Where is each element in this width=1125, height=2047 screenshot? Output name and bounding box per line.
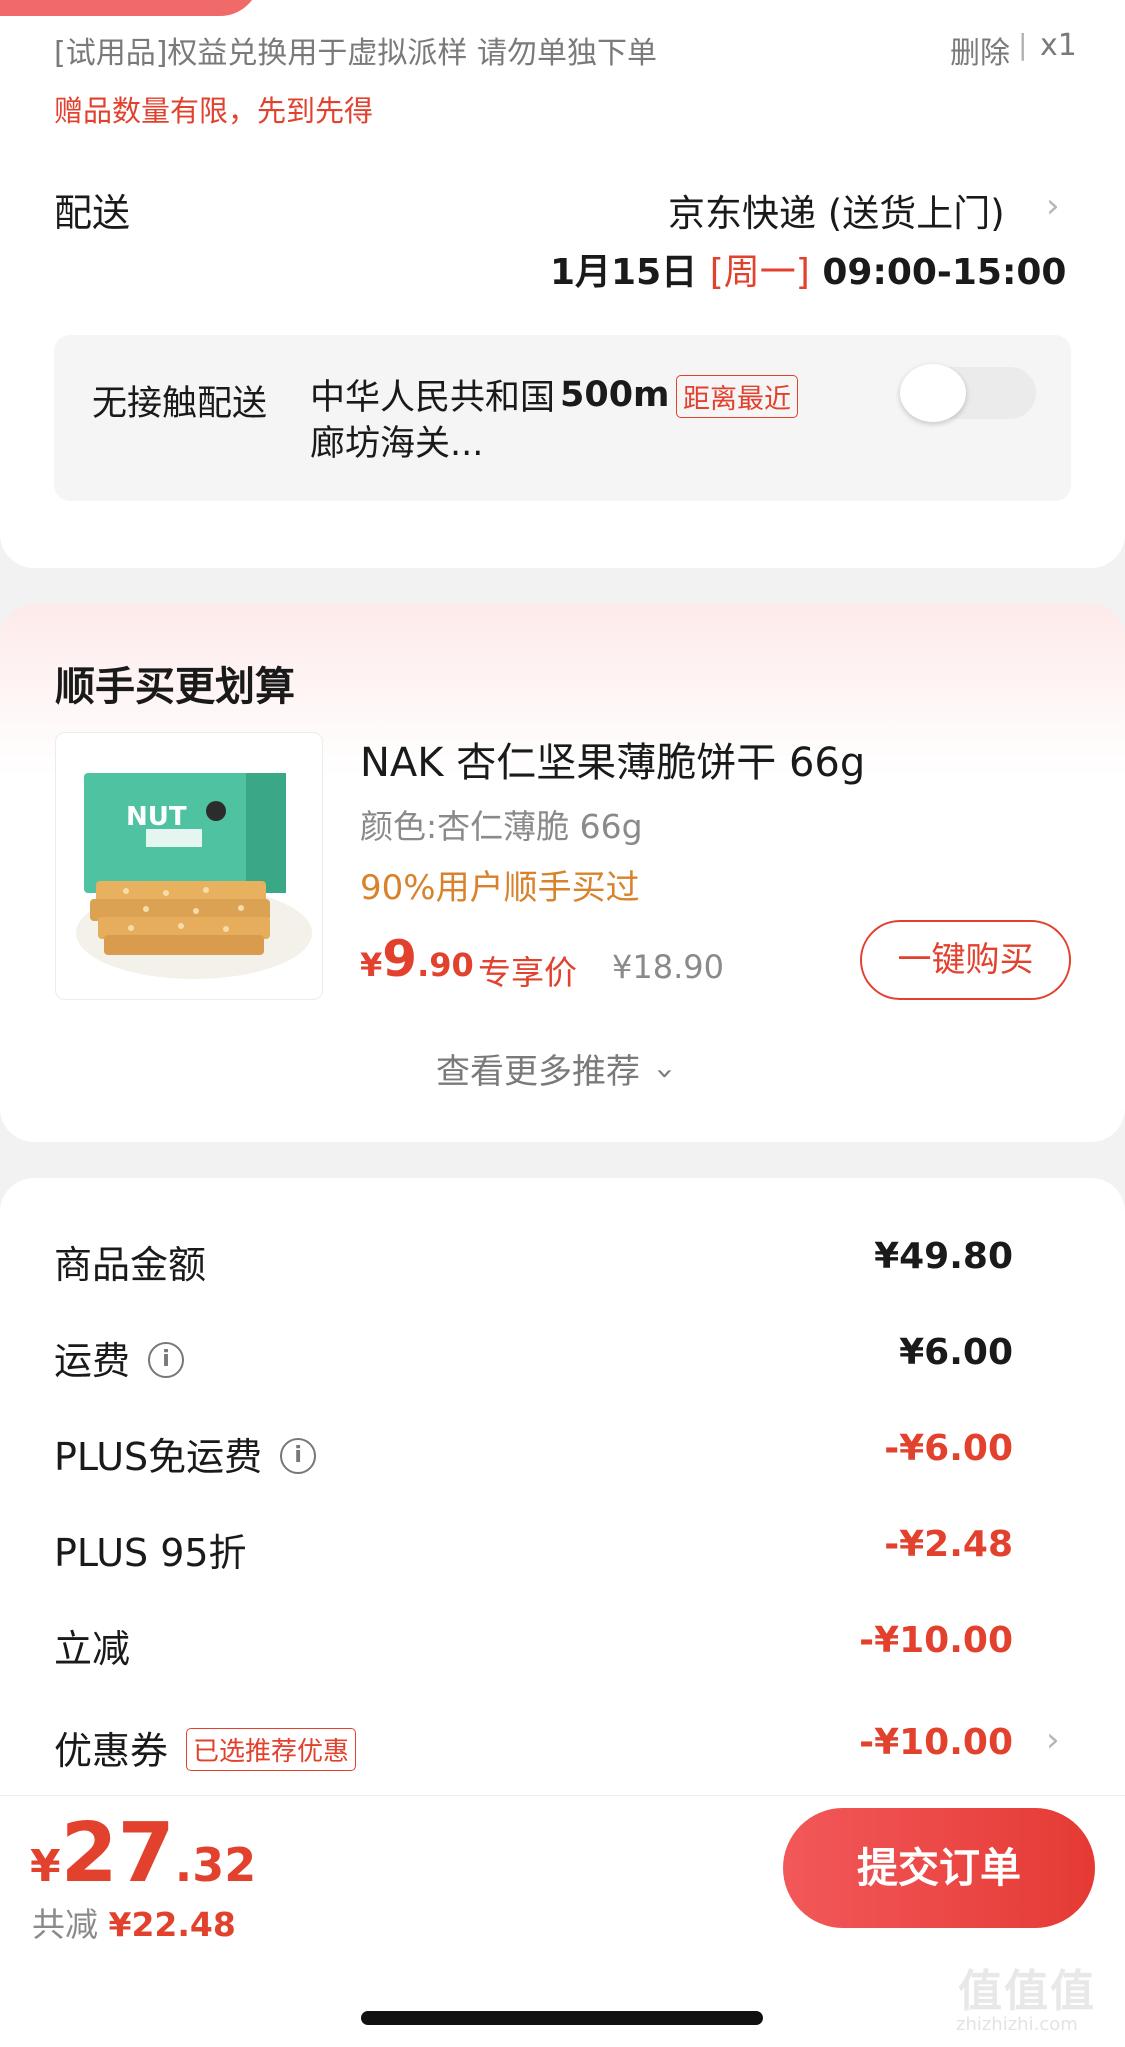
info-icon[interactable]: i: [148, 1341, 185, 1378]
gift-limit-note: 赠品数量有限，先到先得: [54, 94, 374, 128]
pickup-distance: 500m: [560, 375, 670, 415]
coupon-amount[interactable]: -¥10.00: [859, 1722, 1013, 1763]
exclusive-price-tag: 专享价: [478, 953, 577, 992]
product-price: ¥9.90: [360, 930, 474, 988]
saved-amount: ¥22.48: [108, 1905, 236, 1944]
total-price: ¥27.32: [30, 1806, 256, 1901]
watermark-logo: 值值值: [958, 1966, 1096, 2017]
more-recommendations-link[interactable]: 查看更多推荐 ›: [436, 1044, 682, 1093]
contactless-delivery-box: 无接触配送 中华人民共和国廊坊海关... 500m 距离最近: [54, 335, 1071, 501]
total-symbol: ¥: [30, 1841, 61, 1892]
summary-label-goods: 商品金额: [54, 1243, 207, 1287]
coupon-selected-badge: 已选推荐优惠: [186, 1728, 357, 1771]
info-icon[interactable]: i: [280, 1437, 317, 1474]
chevron-right-icon[interactable]: ›: [1046, 186, 1060, 226]
product-variant: 颜色:杏仁薄脆 66g: [360, 807, 643, 846]
original-price: ¥18.90: [612, 948, 724, 986]
delete-button[interactable]: 删除: [950, 28, 1010, 72]
contactless-toggle[interactable]: [900, 364, 1036, 422]
summary-label-shipping: 运费 i: [54, 1330, 185, 1385]
cracker-box-image: NUT: [76, 773, 312, 979]
toggle-knob: [900, 364, 966, 422]
product-image[interactable]: NUT: [55, 732, 323, 1000]
summary-amount-shipping: ¥6.00: [899, 1332, 1013, 1373]
delivery-method[interactable]: 京东快递 (送货上门): [668, 183, 1005, 237]
divider: |: [1018, 28, 1028, 61]
delivery-weekday: [周一]: [709, 252, 810, 293]
home-indicator[interactable]: [361, 2011, 763, 2025]
chevron-down-icon: ›: [647, 1067, 683, 1080]
price-summary-card: 商品金额 ¥49.80 运费 i ¥6.00 PLUS免运费 i -¥6.00 PL…: [0, 1178, 1125, 1798]
price-decimal: .90: [417, 946, 474, 984]
contactless-label: 无接触配送: [92, 384, 268, 424]
more-recommendations-label: 查看更多推荐: [436, 1052, 640, 1092]
pickup-address: 中华人民共和国廊坊海关...: [310, 378, 556, 464]
total-saved: 共减 ¥22.48: [32, 1898, 236, 1946]
summary-label-instant-off: 立减: [54, 1627, 131, 1671]
recommendation-card: 顺手买更划算 NUT NAK 杏仁坚果薄脆饼干 66g 颜色:杏仁薄脆 66g …: [0, 604, 1125, 1142]
price-integer: 9: [382, 930, 418, 988]
price-symbol: ¥: [360, 946, 383, 984]
delivery-label: 配送: [54, 191, 131, 235]
watermark-url: zhizhizhi.com: [956, 2014, 1078, 2035]
summary-label-plus-discount: PLUS 95折: [54, 1531, 247, 1575]
summary-amount-goods: ¥49.80: [874, 1236, 1013, 1277]
quantity-label: x1: [1040, 28, 1077, 63]
summary-amount-plus-discount: -¥2.48: [884, 1524, 1013, 1565]
checkout-bar: ¥27.32 共减 ¥22.48 提交订单: [0, 1795, 1125, 2047]
total-integer: 27: [60, 1806, 175, 1901]
submit-order-button[interactable]: 提交订单: [783, 1808, 1095, 1928]
delivery-time-slot[interactable]: 1月15日 [周一] 09:00-15:00: [550, 243, 1066, 295]
trial-item-title: [试用品]权益兑换用于虚拟派样 请勿单独下单: [54, 36, 657, 71]
one-click-buy-button[interactable]: 一键购买: [860, 920, 1071, 1000]
total-decimal: .32: [174, 1838, 257, 1892]
coupon-row[interactable]: 优惠券 已选推荐优惠: [54, 1720, 357, 1775]
chevron-right-icon[interactable]: ›: [1046, 1720, 1060, 1760]
social-proof: 90%用户顺手买过: [360, 868, 640, 908]
summary-label-plus-free-shipping: PLUS免运费 i: [54, 1426, 317, 1481]
delivery-date: 1月15日: [550, 252, 698, 293]
delivery-time-range: 09:00-15:00: [822, 252, 1067, 293]
item-delivery-card: [试用品]权益兑换用于虚拟派样 请勿单独下单 删除 | x1 赠品数量有限，先到…: [0, 0, 1125, 568]
product-name[interactable]: NAK 杏仁坚果薄脆饼干 66g: [360, 730, 865, 788]
nearest-badge: 距离最近: [676, 375, 798, 418]
svg-text:NUT: NUT: [126, 802, 187, 832]
gift-tag-decoration: [0, 0, 260, 16]
summary-amount-plus-free-shipping: -¥6.00: [884, 1428, 1013, 1469]
summary-amount-instant-off: -¥10.00: [859, 1620, 1013, 1661]
saved-label: 共减: [32, 1905, 98, 1944]
recommendation-title: 顺手买更划算: [55, 664, 295, 710]
coupon-label: 优惠券: [54, 1729, 169, 1773]
